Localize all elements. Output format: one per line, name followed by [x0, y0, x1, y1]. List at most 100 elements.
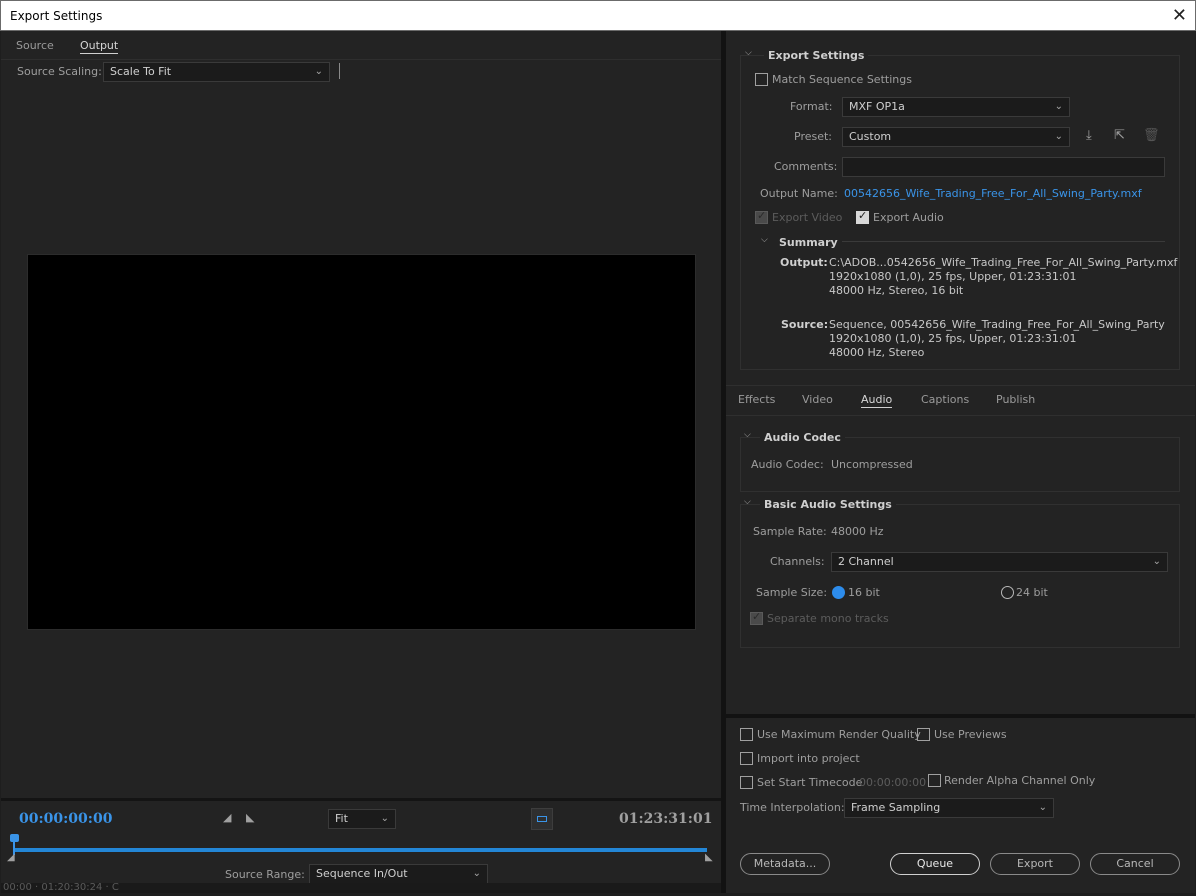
- queue-button[interactable]: Queue: [890, 853, 980, 875]
- playhead-handle[interactable]: [10, 834, 19, 842]
- save-preset-icon[interactable]: ⤓: [1086, 128, 1092, 143]
- separate-mono-label[interactable]: Separate mono tracks: [767, 612, 889, 625]
- match-sequence-label[interactable]: Match Sequence Settings: [772, 73, 912, 86]
- time-interp-dropdown[interactable]: Frame Sampling ⌄: [844, 798, 1054, 818]
- preview-pane: Source Output Source Scaling: Scale To F…: [1, 31, 721, 893]
- summary-source-line: 1920x1080 (1,0), 25 fps, Upper, 01:23:31…: [829, 332, 1077, 345]
- summary-output-line: 48000 Hz, Stereo, 16 bit: [829, 284, 964, 297]
- title-bar: Export Settings ✕: [0, 0, 1196, 31]
- settings-pane: ⌵ Export Settings Match Sequence Setting…: [726, 31, 1195, 893]
- summary-output-line: C:\ADOB...0542656_Wife_Trading_Free_For_…: [829, 256, 1178, 269]
- render-alpha-checkbox[interactable]: [928, 774, 941, 787]
- chevron-down-icon[interactable]: ⌵: [744, 430, 751, 440]
- divider: [726, 415, 1195, 416]
- duration-timecode: 01:23:31:01: [619, 811, 713, 827]
- sample-rate-value: 48000 Hz: [831, 525, 884, 538]
- start-timecode-label[interactable]: Set Start Timecode: [757, 776, 862, 789]
- separate-mono-checkbox[interactable]: [750, 610, 763, 625]
- sample-size-label: Sample Size:: [756, 586, 828, 599]
- export-video-label[interactable]: Export Video: [772, 211, 842, 224]
- mark-out-icon[interactable]: ◣: [246, 811, 254, 824]
- tab-audio[interactable]: Audio: [861, 393, 893, 408]
- chevron-down-icon[interactable]: ⌵: [761, 235, 768, 245]
- render-alpha-label[interactable]: Render Alpha Channel Only: [944, 774, 1095, 787]
- chevron-down-icon: ⌄: [1152, 556, 1161, 567]
- divider: [726, 714, 1195, 718]
- preset-value: Custom: [849, 130, 892, 143]
- divider: [726, 385, 1195, 386]
- export-video-checkbox[interactable]: [755, 209, 768, 224]
- use-previews-checkbox[interactable]: [917, 728, 930, 741]
- tab-source[interactable]: Source: [16, 39, 54, 52]
- summary-header[interactable]: Summary: [779, 236, 838, 249]
- export-audio-label[interactable]: Export Audio: [873, 211, 944, 224]
- source-range-value: Sequence In/Out: [316, 867, 408, 880]
- channels-value: 2 Channel: [838, 555, 894, 568]
- cancel-button[interactable]: Cancel: [1090, 853, 1180, 875]
- source-scaling-dropdown[interactable]: Scale To Fit ⌄: [103, 62, 330, 82]
- tab-video[interactable]: Video: [802, 393, 833, 406]
- zoom-dropdown[interactable]: Fit ⌄: [328, 809, 396, 829]
- export-settings-header[interactable]: Export Settings: [764, 49, 869, 62]
- import-project-checkbox[interactable]: [740, 752, 753, 765]
- export-button[interactable]: Export: [990, 853, 1080, 875]
- export-audio-checkbox[interactable]: [856, 209, 869, 224]
- audio-codec-label: Audio Codec:: [751, 458, 824, 471]
- timeline-bar[interactable]: [15, 848, 707, 852]
- output-name-label: Output Name:: [760, 187, 838, 200]
- tab-effects[interactable]: Effects: [738, 393, 775, 406]
- output-name-link[interactable]: 00542656_Wife_Trading_Free_For_All_Swing…: [844, 187, 1142, 200]
- channels-dropdown[interactable]: 2 Channel ⌄: [831, 552, 1168, 572]
- cursor-bar: [339, 63, 340, 79]
- channels-label: Channels:: [770, 555, 825, 568]
- source-range-label: Source Range:: [225, 868, 305, 881]
- start-timecode-input[interactable]: 00:00:00:00: [859, 776, 926, 789]
- radio-16bit[interactable]: [832, 586, 845, 599]
- preset-dropdown[interactable]: Custom ⌄: [842, 127, 1070, 147]
- max-render-label[interactable]: Use Maximum Render Quality: [757, 728, 921, 741]
- use-previews-label[interactable]: Use Previews: [934, 728, 1007, 741]
- aspect-frame-icon: [537, 816, 547, 822]
- radio-24bit[interactable]: [1001, 586, 1014, 599]
- match-sequence-checkbox[interactable]: [755, 73, 768, 86]
- source-scaling-label: Source Scaling:: [17, 65, 102, 78]
- format-dropdown[interactable]: MXF OP1a ⌄: [842, 97, 1070, 117]
- mark-in-icon[interactable]: ◢: [223, 811, 231, 824]
- window-title: Export Settings: [10, 9, 103, 23]
- audio-codec-header[interactable]: Audio Codec: [760, 431, 845, 444]
- chevron-down-icon: ⌄: [1054, 131, 1063, 142]
- close-icon[interactable]: ✕: [1172, 5, 1187, 26]
- delete-preset-icon[interactable]: 🗑: [1143, 128, 1160, 143]
- tab-output[interactable]: Output: [80, 39, 119, 54]
- chevron-down-icon[interactable]: ⌵: [744, 497, 751, 507]
- format-label: Format:: [790, 100, 833, 113]
- zoom-value: Fit: [335, 812, 348, 825]
- underlying-timeline-strip: 00:00 · 01:20:30:24 · C: [1, 883, 721, 893]
- time-interp-value: Frame Sampling: [851, 801, 941, 814]
- in-point-icon[interactable]: ◢: [7, 852, 15, 863]
- basic-audio-header[interactable]: Basic Audio Settings: [760, 498, 896, 511]
- import-preset-icon[interactable]: ⇱: [1114, 128, 1125, 143]
- source-range-dropdown[interactable]: Sequence In/Out ⌄: [309, 864, 488, 884]
- summary-source-line: 48000 Hz, Stereo: [829, 346, 925, 359]
- current-timecode[interactable]: 00:00:00:00: [19, 811, 112, 827]
- video-preview: [27, 254, 696, 630]
- source-scaling-value: Scale To Fit: [110, 65, 172, 78]
- radio-16bit-label[interactable]: 16 bit: [848, 586, 880, 599]
- metadata-button[interactable]: Metadata...: [740, 853, 830, 875]
- import-project-label[interactable]: Import into project: [757, 752, 860, 765]
- aspect-toggle-icon[interactable]: [531, 808, 553, 830]
- format-value: MXF OP1a: [849, 100, 905, 113]
- comments-input[interactable]: [842, 157, 1165, 177]
- chevron-down-icon[interactable]: ⌵: [745, 48, 752, 58]
- out-point-icon[interactable]: ◣: [705, 852, 713, 863]
- radio-24bit-label[interactable]: 24 bit: [1016, 586, 1048, 599]
- summary-output-label: Output:: [780, 256, 828, 269]
- max-render-checkbox[interactable]: [740, 728, 753, 741]
- start-timecode-checkbox[interactable]: [740, 776, 753, 789]
- chevron-down-icon: ⌄: [1054, 101, 1063, 112]
- tab-publish[interactable]: Publish: [996, 393, 1035, 406]
- summary-output-line: 1920x1080 (1,0), 25 fps, Upper, 01:23:31…: [829, 270, 1077, 283]
- summary-source-line: Sequence, 00542656_Wife_Trading_Free_For…: [829, 318, 1165, 331]
- tab-captions[interactable]: Captions: [921, 393, 969, 406]
